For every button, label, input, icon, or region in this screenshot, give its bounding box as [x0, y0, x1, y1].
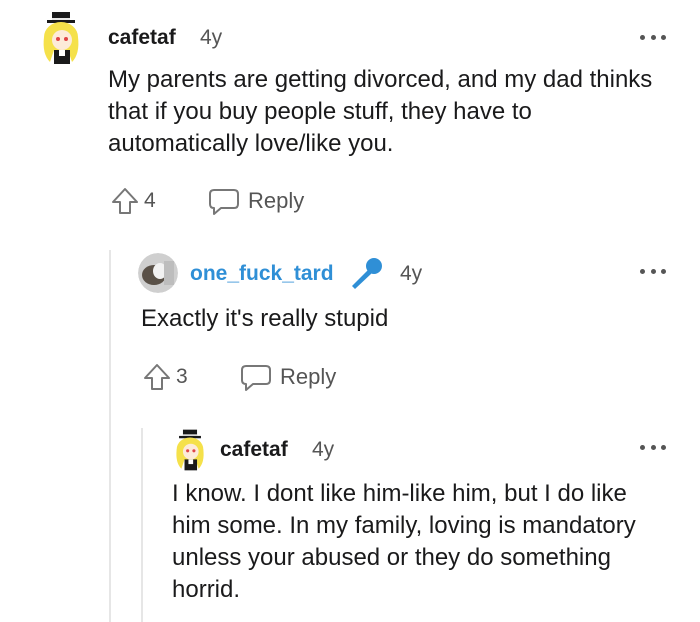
more-options-icon[interactable]	[640, 267, 666, 275]
comment-username[interactable]: one_fuck_tard	[190, 262, 334, 286]
upvote-icon	[112, 188, 138, 214]
comment-body: My parents are getting divorced, and my …	[108, 66, 653, 157]
upvote-icon	[144, 364, 170, 390]
comment-body: Exactly it's really stupid	[141, 305, 389, 332]
reply-bubble-icon	[241, 365, 271, 391]
mic-icon	[346, 256, 386, 297]
avatar[interactable]	[172, 428, 208, 472]
upvote-button[interactable]: 3	[142, 362, 188, 392]
comment-age: 4y	[312, 438, 335, 461]
reply-button[interactable]: Reply	[208, 186, 304, 216]
comment-body: I know. I dont like him-like him, but I …	[172, 480, 636, 603]
vote-count: 4	[144, 189, 156, 212]
reply-label: Reply	[280, 364, 337, 389]
comment-username[interactable]: cafetaf	[108, 26, 176, 50]
avatar-one-fuck-tard-icon	[138, 253, 178, 293]
reply-button[interactable]: Reply	[240, 362, 336, 392]
more-options-icon[interactable]	[640, 33, 666, 41]
vote-count: 3	[176, 365, 188, 388]
reply-label: Reply	[248, 188, 305, 213]
avatar[interactable]	[38, 10, 84, 66]
avatar-cafetaf-icon	[43, 12, 79, 64]
thread-line[interactable]	[141, 428, 143, 622]
comment-username[interactable]: cafetaf	[220, 438, 288, 462]
more-options-icon[interactable]	[640, 443, 666, 451]
reply-bubble-icon	[209, 189, 239, 215]
thread-line[interactable]	[109, 250, 111, 622]
avatar-cafetaf-icon	[176, 429, 204, 471]
avatar[interactable]	[138, 253, 178, 293]
upvote-button[interactable]: 4	[110, 186, 156, 216]
comment-age: 4y	[400, 262, 423, 285]
comment-age: 4y	[200, 26, 223, 49]
